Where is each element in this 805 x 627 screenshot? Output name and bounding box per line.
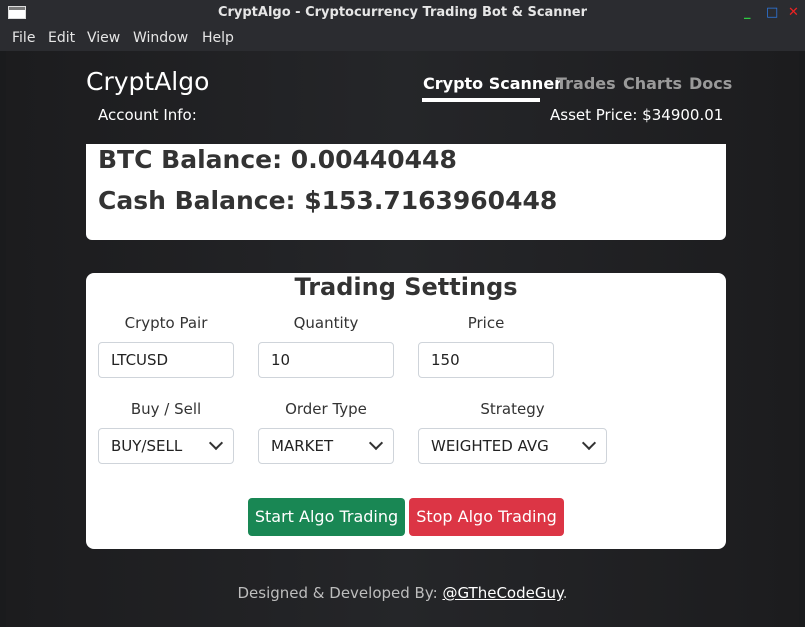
quantity-label: Quantity (293, 314, 359, 332)
chevron-down-icon (368, 435, 384, 451)
footer: Designed & Developed By: @GTheCodeGuy. (0, 584, 805, 602)
tab-crypto-scanner[interactable]: Crypto Scanner (423, 74, 562, 93)
crypto-pair-label: Crypto Pair (124, 314, 208, 332)
menu-help[interactable]: Help (202, 30, 234, 46)
account-info-label: Account Info: (98, 106, 197, 124)
btc-balance: BTC Balance: 0.00440448 (98, 145, 457, 174)
stop-algo-trading-button[interactable]: Stop Algo Trading (409, 498, 564, 536)
menu-view[interactable]: View (87, 30, 120, 46)
buy-sell-label: Buy / Sell (130, 400, 202, 418)
price-label: Price (467, 314, 505, 332)
tab-charts[interactable]: Charts (623, 74, 682, 93)
buy-sell-value: BUY/SELL (111, 437, 183, 455)
menu-window[interactable]: Window (133, 30, 188, 46)
start-algo-trading-button[interactable]: Start Algo Trading (248, 498, 405, 536)
tab-docs[interactable]: Docs (689, 74, 732, 93)
settings-title: Trading Settings (294, 273, 518, 301)
strategy-label: Strategy (480, 400, 545, 418)
footer-text: Designed & Developed By: (237, 584, 443, 602)
buy-sell-select[interactable]: BUY/SELL (98, 428, 234, 464)
close-icon[interactable]: ✕ (788, 5, 799, 20)
price-input[interactable]: 150 (418, 342, 554, 378)
order-type-label: Order Type (285, 400, 367, 418)
menu-bar: File Edit View Window Help (0, 27, 805, 51)
menu-file[interactable]: File (12, 30, 35, 46)
chevron-down-icon (581, 435, 597, 451)
quantity-input[interactable]: 10 (258, 342, 394, 378)
asset-price: Asset Price: $34900.01 (550, 106, 724, 124)
maximize-icon[interactable]: □ (766, 5, 778, 20)
strategy-select[interactable]: WEIGHTED AVG (418, 428, 607, 464)
window-title: CryptAlgo - Cryptocurrency Trading Bot &… (217, 5, 588, 20)
author-link[interactable]: @GTheCodeGuy (442, 584, 562, 602)
menu-edit[interactable]: Edit (48, 30, 75, 46)
strategy-value: WEIGHTED AVG (431, 437, 549, 455)
order-type-value: MARKET (271, 437, 334, 455)
footer-suffix: . (562, 584, 568, 602)
minimize-icon[interactable]: _ (744, 5, 751, 20)
brand-logo: CryptAlgo (86, 67, 210, 96)
title-bar: CryptAlgo - Cryptocurrency Trading Bot &… (0, 0, 805, 27)
trading-settings-card: Trading Settings Crypto Pair Quantity Pr… (86, 273, 726, 549)
tab-trades[interactable]: Trades (556, 74, 616, 93)
active-tab-indicator (422, 98, 540, 102)
order-type-select[interactable]: MARKET (258, 428, 394, 464)
chevron-down-icon (208, 435, 224, 451)
cash-balance: Cash Balance: $153.7163960448 (98, 186, 558, 215)
balance-card: BTC Balance: 0.00440448 Cash Balance: $1… (86, 144, 726, 240)
crypto-pair-input[interactable]: LTCUSD (98, 342, 234, 378)
